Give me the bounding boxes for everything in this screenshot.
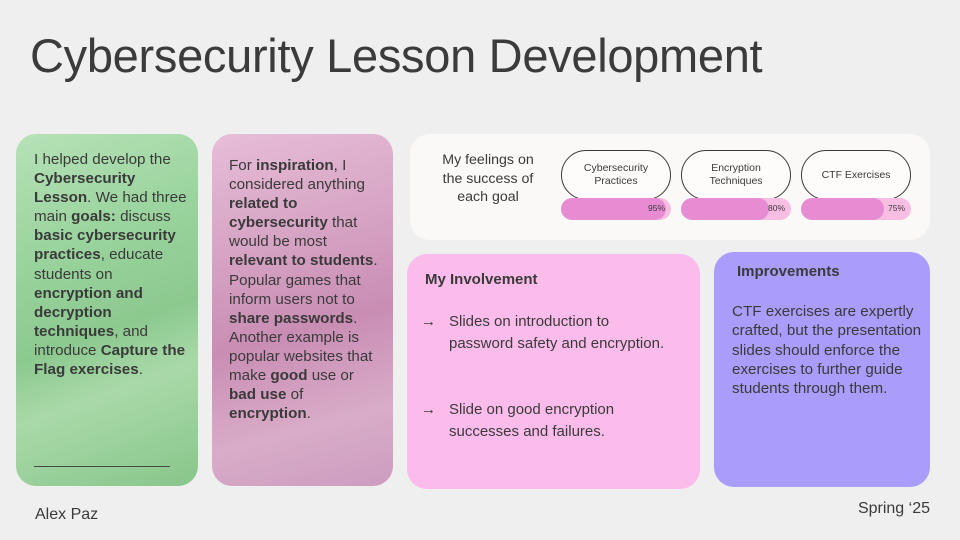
author-name: Alex Paz xyxy=(35,506,99,523)
involvement-item-text: Slide on good encryption successes and f… xyxy=(449,401,615,440)
goal-progress-bar-ctf-exercises: 75% xyxy=(801,198,911,220)
bold-text-segment: goals: xyxy=(71,208,116,226)
feelings-card: My feelings on the success of each goal … xyxy=(410,134,930,240)
text-segment: I helped develop the xyxy=(34,151,171,168)
goal-progress-bar-cybersecurity-practices: 95% xyxy=(561,198,671,220)
involvement-card: My Involvement → Slides on introduction … xyxy=(407,254,700,489)
bold-text-segment: related to cybersecurity xyxy=(229,195,328,232)
goal-progress-bar-encryption-techniques: 80% xyxy=(681,198,791,220)
text-segment: discuss xyxy=(115,208,171,226)
goals-card: I helped develop the Cybersecurity Lesso… xyxy=(16,134,198,486)
improvements-title: Improvements xyxy=(737,263,840,280)
involvement-item-text: Slides on introduction to password safet… xyxy=(449,313,665,352)
goal-percent-label: 80% xyxy=(767,203,785,213)
bold-text-segment: good xyxy=(270,367,308,385)
text-segment: use or xyxy=(307,367,354,385)
text-segment: . xyxy=(306,405,311,423)
goal-pill-cybersecurity-practices: Cybersecurity Practices xyxy=(561,150,671,200)
goal-percent-label: 75% xyxy=(887,203,905,213)
text-segment: . xyxy=(138,361,143,379)
inspiration-text: For inspiration, I considered anything r… xyxy=(229,156,385,423)
text-segment: of xyxy=(286,386,304,404)
arrow-right-icon: → xyxy=(421,401,436,418)
arrow-right-icon: → xyxy=(421,313,436,330)
goal-pill-ctf-exercises: CTF Exercises xyxy=(801,150,911,200)
slide-title: Cybersecurity Lesson Development xyxy=(30,29,763,82)
bold-text-segment: encryption xyxy=(229,405,307,423)
inspiration-card: For inspiration, I considered anything r… xyxy=(212,134,393,486)
bold-text-segment: inspiration xyxy=(256,157,334,174)
goal-progress-fill xyxy=(801,198,884,220)
involvement-title: My Involvement xyxy=(425,271,538,288)
goal-progress-fill xyxy=(681,198,769,220)
bold-text-segment: share passwords xyxy=(229,309,354,327)
bold-text-segment: relevant to students xyxy=(229,252,374,270)
improvements-text: CTF exercises are expertly crafted, but … xyxy=(732,303,922,398)
goals-text: I helped develop the Cybersecurity Lesso… xyxy=(34,150,190,379)
text-segment: For xyxy=(229,157,257,174)
goal-percent-label: 95% xyxy=(647,203,665,213)
term-label: Spring ‘25 xyxy=(857,500,930,517)
goal-pill-encryption-techniques: Encryption Techniques xyxy=(681,150,791,200)
feelings-label: My feelings on the success of each goal xyxy=(442,152,534,205)
divider-line xyxy=(34,466,170,467)
bold-text-segment: bad use xyxy=(229,386,287,404)
improvements-card: Improvements CTF exercises are expertly … xyxy=(714,252,930,487)
